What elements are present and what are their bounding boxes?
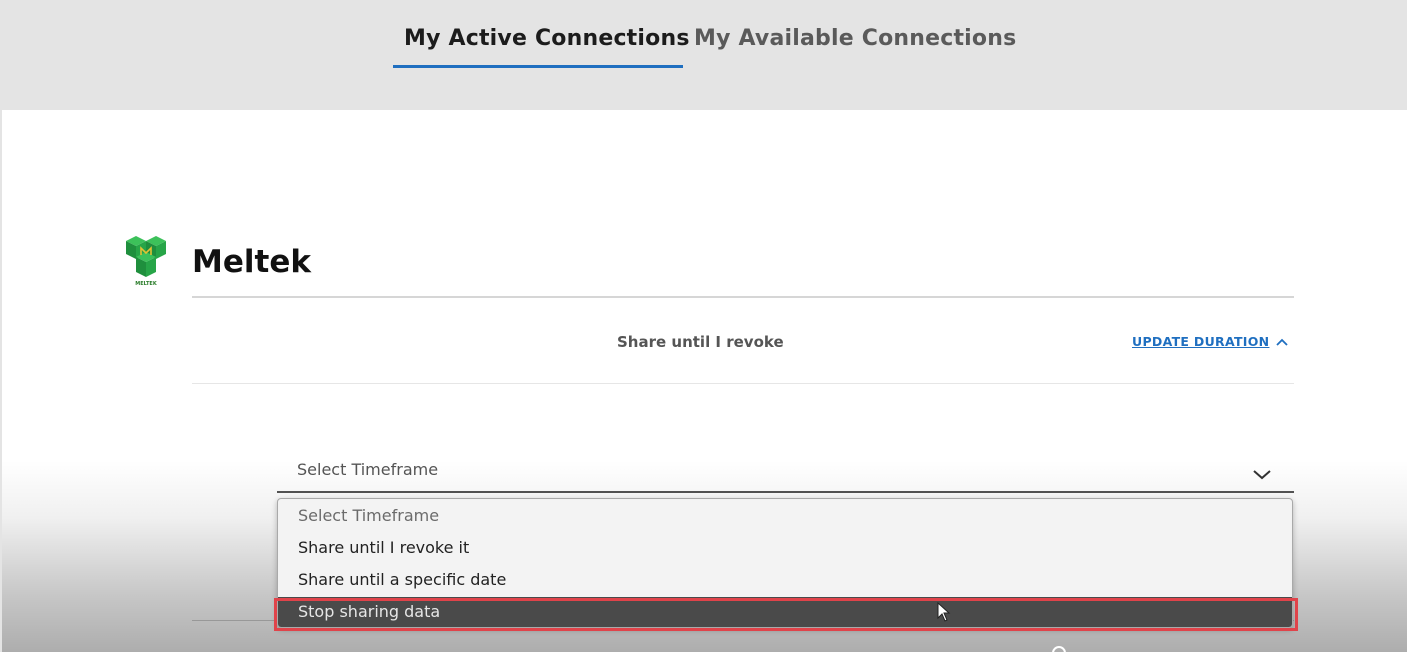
connections-tab-bar: My Active Connections My Available Conne… [0,0,1407,110]
timeframe-option-revoke[interactable]: Share until I revoke it [278,532,1292,564]
logo-caption: MELTEK [135,281,157,287]
page: My Active Connections My Available Conne… [0,0,1407,652]
active-tab-indicator [393,65,683,68]
timeframe-dropdown-list: Select Timeframe Share until I revoke it… [277,498,1293,628]
chevron-up-icon[interactable] [1276,338,1288,346]
header-divider [192,296,1294,298]
timeframe-select-underline [277,491,1294,493]
tab-my-active-connections[interactable]: My Active Connections [404,26,690,51]
timeframe-option-placeholder[interactable]: Select Timeframe [278,500,1292,532]
meltek-logo-icon: MELTEK [122,235,170,291]
chevron-down-icon[interactable] [1252,468,1272,480]
current-duration-text: Share until I revoke [617,333,784,351]
timeframe-option-stop-sharing[interactable]: Stop sharing data [278,597,1292,627]
company-name: Meltek [192,244,311,280]
timeframe-select-label[interactable]: Select Timeframe [297,460,438,479]
timeframe-option-specific-date[interactable]: Share until a specific date [278,564,1292,596]
update-duration-link[interactable]: UPDATE DURATION [1132,334,1269,349]
tab-my-available-connections[interactable]: My Available Connections [694,26,1016,51]
duration-divider [192,383,1294,384]
